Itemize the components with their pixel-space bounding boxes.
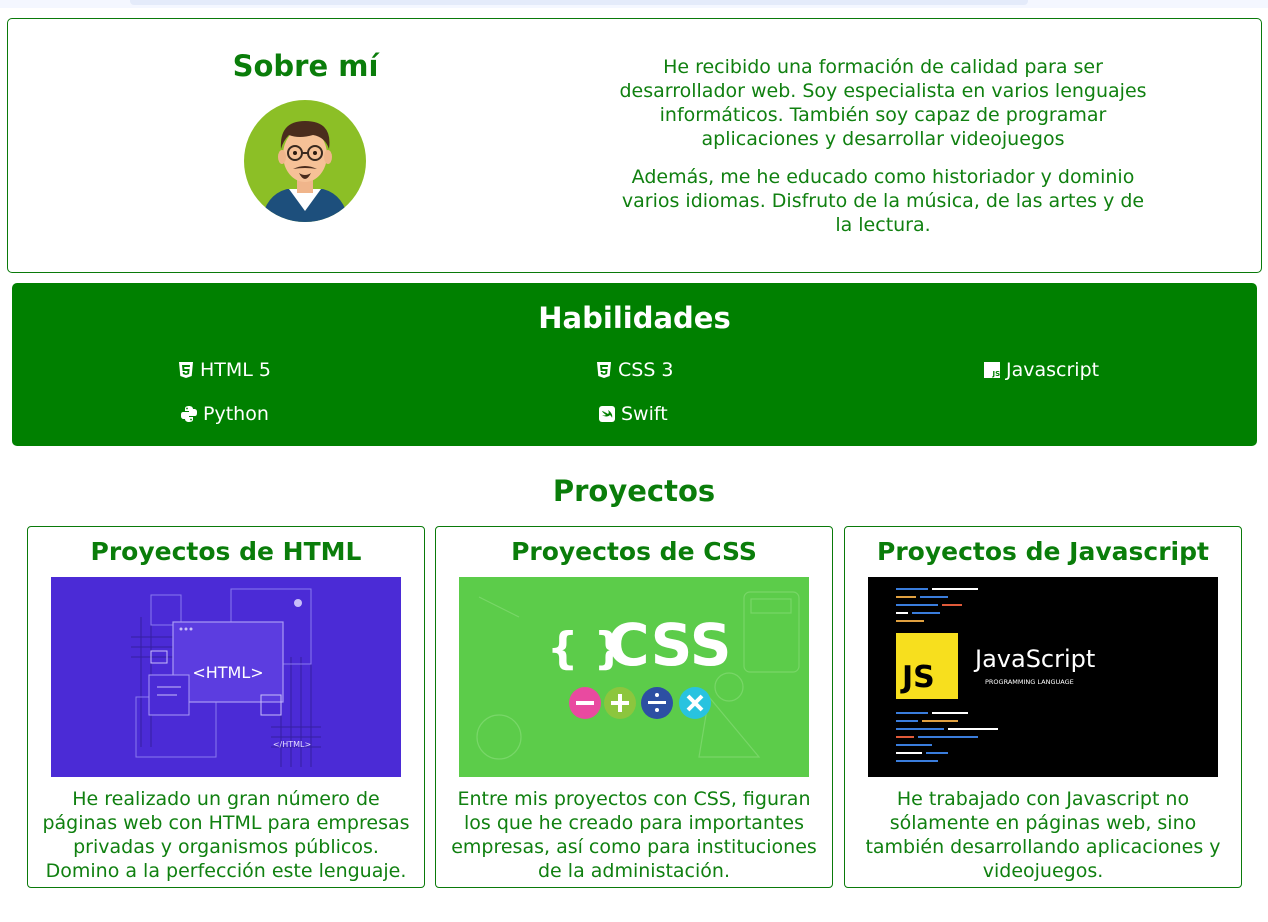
css-project-image: { } CSS [459,577,809,777]
js-image-badge: JS [900,660,935,695]
html-image-label: <HTML> [192,663,263,682]
html-project-image: <HTML> </HTML> [51,577,401,777]
card-title: Proyectos de HTML [90,537,362,566]
skill-html5: HTML 5 [178,359,271,381]
html5-icon [179,362,193,378]
skill-label: Python [203,403,269,425]
about-section: Sobre mí He recibido una formación de ca… [7,18,1262,273]
about-paragraph-2: Además, me he educado como historiador y… [621,166,1145,236]
swift-icon [599,406,615,422]
js-icon: JS [984,362,1000,378]
projects-title: Proyectos [552,474,716,508]
skills-title: Habilidades [538,301,731,335]
skill-label: Javascript [1006,359,1100,381]
skill-label: HTML 5 [200,359,271,381]
project-card-javascript: Proyectos de Javascript JS JavaScript PR… [844,526,1242,888]
top-strip-inner [130,0,1028,5]
card-description: He realizado un gran número de páginas w… [42,788,410,882]
skill-swift: Swift [599,403,668,425]
card-description: He trabajado con Javascript no sólamente… [865,788,1221,882]
card-title: Proyectos de CSS [511,537,757,566]
about-paragraph-1: He recibido una formación de calidad par… [619,56,1147,150]
skill-label: CSS 3 [618,359,674,381]
skill-javascript: JS Javascript [984,359,1099,381]
css3-icon [597,362,611,378]
about-title: Sobre mí [232,49,379,83]
card-description: Entre mis proyectos con CSS, figuran los… [451,788,817,882]
top-strip [0,0,1268,8]
js-project-image: JS JavaScript PROGRAMMING LANGUAGE [868,577,1218,777]
js-image-subtext: PROGRAMMING LANGUAGE [985,678,1074,686]
about-text: He recibido una formación de calidad par… [618,55,1148,251]
card-title: Proyectos de Javascript [877,537,1209,566]
project-card-css: Proyectos de CSS { } CSS Entre mis proye… [435,526,833,888]
js-image-label: JavaScript [973,645,1095,673]
skill-label: Swift [621,403,668,425]
svg-text:JS: JS [992,370,1001,378]
avatar [244,100,366,222]
project-card-html: Proyectos de HTML <HTML> </HTML> He real… [27,526,425,888]
html-image-corner: </HTML> [273,740,311,749]
python-icon [181,406,197,422]
css-image-label: CSS [607,611,732,679]
skill-css3: CSS 3 [596,359,674,381]
skill-python: Python [181,403,269,425]
skills-section: Habilidades HTML 5 CSS 3 JS Javascript P… [12,283,1257,446]
